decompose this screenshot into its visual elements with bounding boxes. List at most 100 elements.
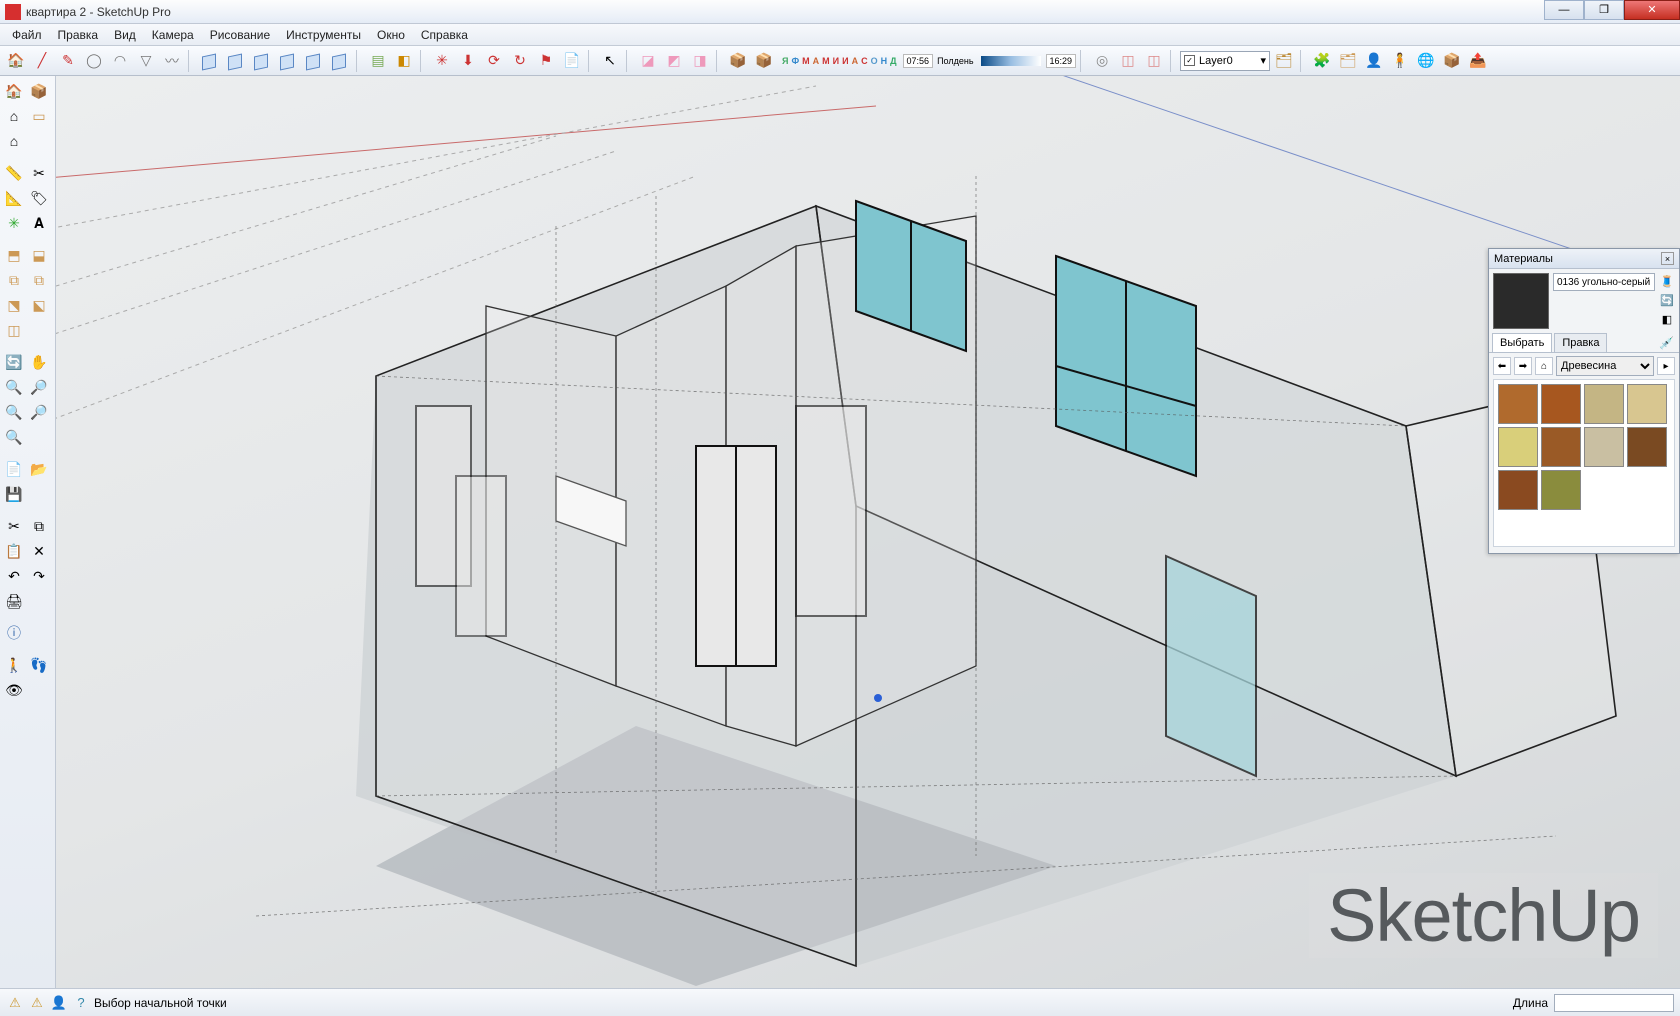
polygon-tool-icon[interactable]: ▽: [134, 49, 158, 73]
current-material-swatch[interactable]: [1493, 273, 1549, 329]
new-icon[interactable]: 📄: [3, 458, 25, 480]
offset-a-icon[interactable]: ⧉: [3, 269, 25, 291]
dim-icon[interactable]: 📐: [3, 187, 25, 209]
layer-dropdown[interactable]: ✓ Layer0 ▾: [1180, 51, 1270, 71]
nav-home-icon[interactable]: ⌂: [1535, 357, 1553, 375]
select-arrow-icon[interactable]: ↖: [598, 49, 622, 73]
print-icon[interactable]: 🖨: [3, 590, 25, 612]
default-material-icon[interactable]: 🔄: [1659, 292, 1675, 308]
save-icon[interactable]: 💾: [3, 483, 25, 505]
intersect-b-icon[interactable]: ⬕: [28, 294, 50, 316]
eye-icon[interactable]: 👁: [3, 679, 25, 701]
send-icon[interactable]: 📤: [1466, 49, 1490, 73]
globe-icon[interactable]: 🌐: [1414, 49, 1438, 73]
flag-icon[interactable]: ⚑: [534, 49, 558, 73]
time-start[interactable]: 07:56: [903, 54, 934, 68]
viewport-3d[interactable]: SketchUp: [56, 76, 1680, 988]
group-b-icon[interactable]: 🗂: [1336, 49, 1360, 73]
menu-help[interactable]: Справка: [413, 25, 476, 45]
followme-icon[interactable]: ⬓: [28, 244, 50, 266]
layer-visible-checkbox[interactable]: ✓: [1184, 55, 1195, 66]
import-icon[interactable]: ⬇: [456, 49, 480, 73]
close-button[interactable]: ✕: [1624, 0, 1680, 20]
eraser-edge-icon[interactable]: ◨: [688, 49, 712, 73]
rotate-icon[interactable]: ⟳: [482, 49, 506, 73]
protractor-icon[interactable]: ✂: [28, 162, 50, 184]
box-b-icon[interactable]: 📦: [752, 49, 776, 73]
eyedropper-icon[interactable]: 💉: [1657, 334, 1676, 352]
reload-icon[interactable]: ↻: [508, 49, 532, 73]
swatch-6[interactable]: [1584, 427, 1624, 467]
eraser-soft-icon[interactable]: ◪: [636, 49, 660, 73]
swatch-5[interactable]: [1541, 427, 1581, 467]
model-home3-icon[interactable]: ⌂: [3, 130, 25, 152]
menu-draw[interactable]: Рисование: [202, 25, 278, 45]
look-icon[interactable]: 👣: [28, 654, 50, 676]
figure-icon[interactable]: 🧍: [1388, 49, 1412, 73]
circle-tool-icon[interactable]: ◯: [82, 49, 106, 73]
model-panel-icon[interactable]: ▭: [28, 105, 50, 127]
person-icon[interactable]: 👤: [1362, 49, 1386, 73]
status-warn2-icon[interactable]: ⚠: [28, 994, 46, 1012]
text3d-icon[interactable]: 𝐀: [28, 212, 50, 234]
measure-input[interactable]: [1554, 994, 1674, 1012]
open-icon[interactable]: 📂: [28, 458, 50, 480]
status-warn1-icon[interactable]: ⚠: [6, 994, 24, 1012]
menu-edit[interactable]: Правка: [50, 25, 107, 45]
offset-b-icon[interactable]: ⧉: [28, 269, 50, 291]
redo-icon[interactable]: ↷: [28, 565, 50, 587]
shell-icon[interactable]: ◫: [3, 319, 25, 341]
model-home-icon[interactable]: 🏠: [3, 80, 25, 102]
tab-select[interactable]: Выбрать: [1492, 333, 1552, 352]
iso-top-icon[interactable]: [250, 49, 274, 73]
layer-manager-icon[interactable]: 🗂: [1272, 49, 1296, 73]
style-xray-icon[interactable]: ◧: [392, 49, 416, 73]
component-icon[interactable]: 🏠: [4, 49, 28, 73]
tab-edit[interactable]: Правка: [1554, 333, 1607, 352]
menu-tools[interactable]: Инструменты: [278, 25, 369, 45]
swatch-2[interactable]: [1584, 384, 1624, 424]
menu-window[interactable]: Окно: [369, 25, 413, 45]
match-color-icon[interactable]: ◧: [1659, 311, 1675, 327]
swatch-4[interactable]: [1498, 427, 1538, 467]
cut-icon[interactable]: ✂: [3, 515, 25, 537]
style-shaded-icon[interactable]: ▤: [366, 49, 390, 73]
section-b-icon[interactable]: ◫: [1142, 49, 1166, 73]
intersect-a-icon[interactable]: ⬔: [3, 294, 25, 316]
tape-icon[interactable]: 📏: [3, 162, 25, 184]
maximize-button[interactable]: ❐: [1584, 0, 1624, 20]
material-name-input[interactable]: [1553, 273, 1655, 291]
materials-panel[interactable]: Материалы × 🧵 🔄 ◧ Выбрать Правка 💉 ⬅ ➡ ⌂…: [1488, 248, 1680, 554]
freehand-tool-icon[interactable]: 〰: [160, 49, 184, 73]
nav-fwd-icon[interactable]: ➡: [1514, 357, 1532, 375]
zoom-prev-icon[interactable]: 🔎: [28, 401, 50, 423]
arc-tool-icon[interactable]: ◠: [108, 49, 132, 73]
nav-back-icon[interactable]: ⬅: [1493, 357, 1511, 375]
status-help-icon[interactable]: ?: [72, 994, 90, 1012]
undo-icon[interactable]: ↶: [3, 565, 25, 587]
swatch-0[interactable]: [1498, 384, 1538, 424]
box-a-icon[interactable]: 📦: [726, 49, 750, 73]
iso-iso-icon[interactable]: [328, 49, 352, 73]
menu-file[interactable]: Файл: [4, 25, 50, 45]
time-gradient[interactable]: [981, 56, 1041, 66]
iso-front-icon[interactable]: [198, 49, 222, 73]
status-human-icon[interactable]: 👤: [50, 994, 68, 1012]
zoom-icon[interactable]: 🔍: [3, 376, 25, 398]
pencil-icon[interactable]: ✎: [56, 49, 80, 73]
time-end[interactable]: 16:29: [1046, 54, 1077, 68]
axes2-icon[interactable]: ✳: [3, 212, 25, 234]
create-material-icon[interactable]: 🧵: [1659, 273, 1675, 289]
minimize-button[interactable]: —: [1544, 0, 1584, 20]
orbit-icon[interactable]: 🔄: [3, 351, 25, 373]
zoom-extents-icon[interactable]: 🔍: [3, 401, 25, 423]
section-a-icon[interactable]: ◫: [1116, 49, 1140, 73]
paste-icon[interactable]: 📋: [3, 540, 25, 562]
package-icon[interactable]: 📦: [1440, 49, 1464, 73]
swatch-7[interactable]: [1627, 427, 1667, 467]
swatch-3[interactable]: [1627, 384, 1667, 424]
iso-back-icon[interactable]: [224, 49, 248, 73]
delete-icon[interactable]: ✕: [28, 540, 50, 562]
zoom-sel-icon[interactable]: 🔍: [3, 426, 25, 448]
group-a-icon[interactable]: 🧩: [1310, 49, 1334, 73]
